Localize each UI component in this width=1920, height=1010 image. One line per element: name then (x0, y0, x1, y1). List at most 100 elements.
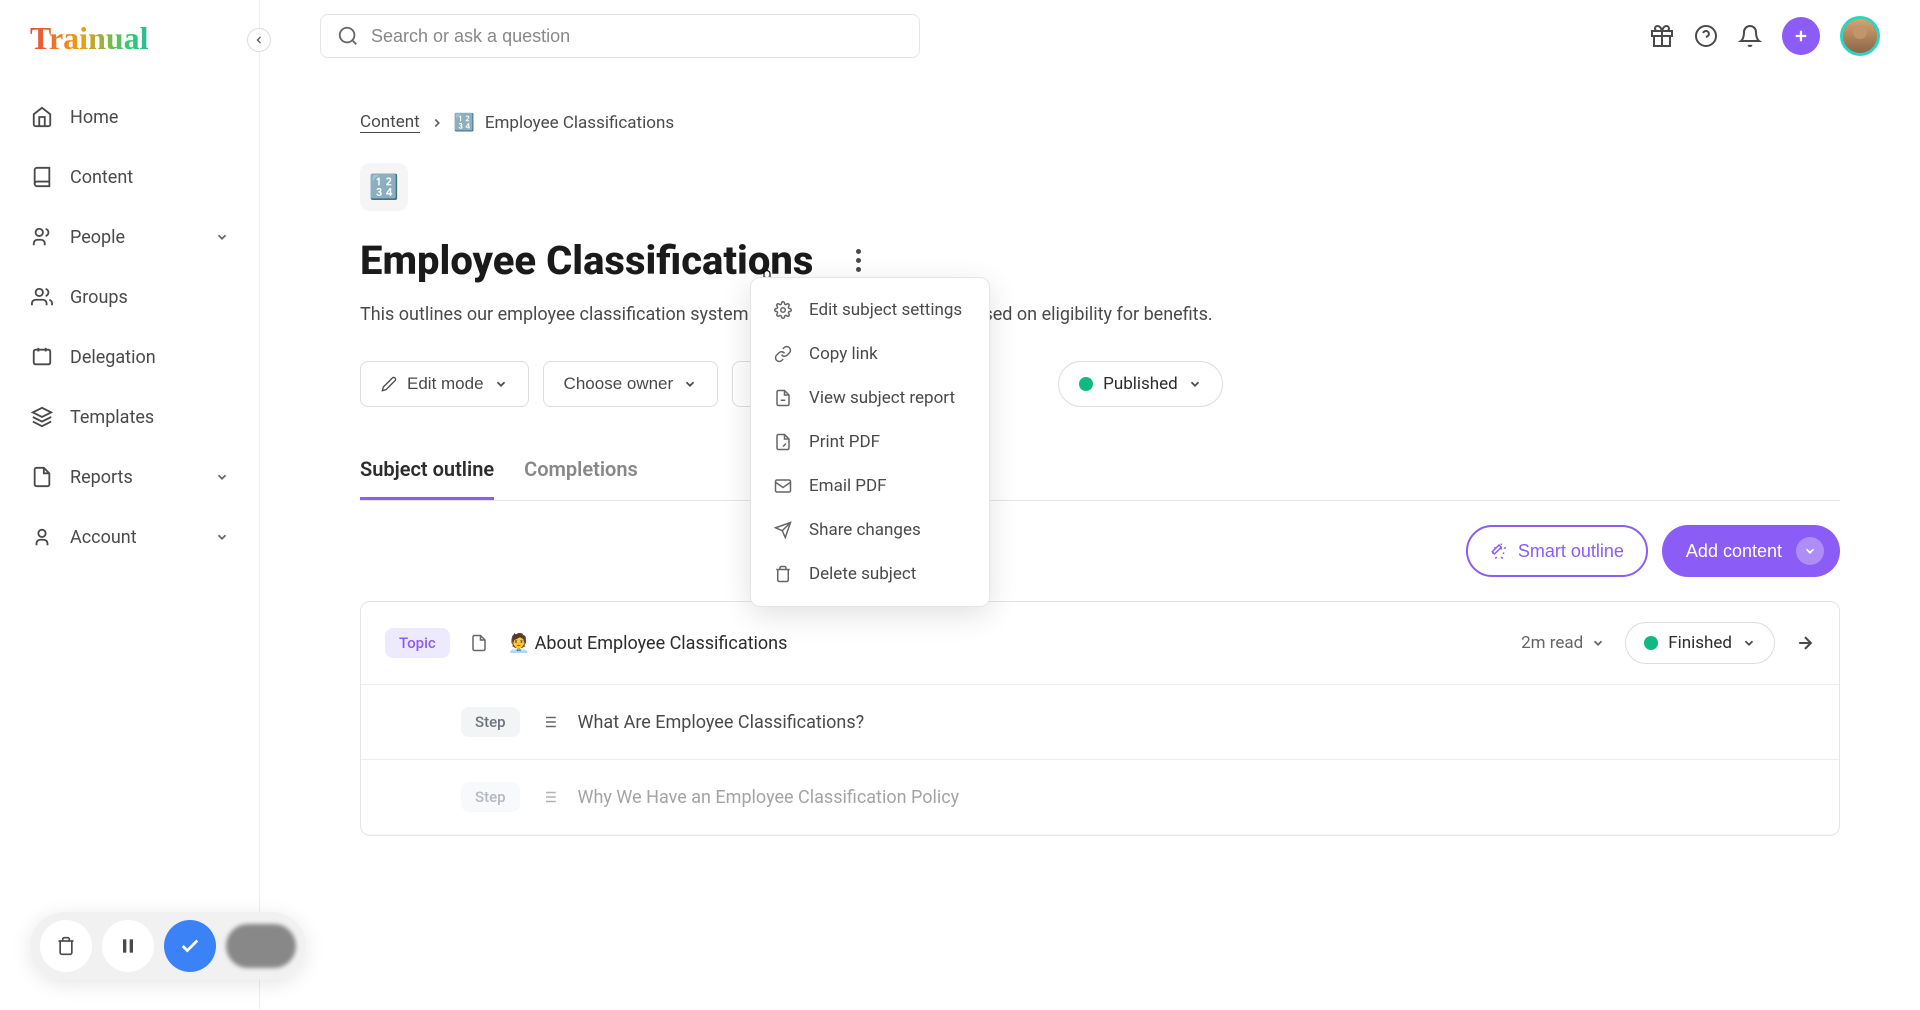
chevron-down-icon (1803, 544, 1817, 558)
content-area: Content 🔢 Employee Classifications 🔢 Emp… (260, 72, 1920, 1010)
read-time[interactable]: 2m read (1521, 633, 1605, 653)
recording-delete-button[interactable] (40, 920, 92, 972)
groups-icon (30, 285, 54, 309)
list-icon (540, 713, 558, 731)
wand-icon (1490, 542, 1508, 560)
page-title: Employee Classifications (360, 237, 813, 284)
topic-title: 🧑‍💼 About Employee Classifications (508, 633, 1501, 654)
dropdown-email-pdf[interactable]: Email PDF (751, 464, 989, 508)
published-status[interactable]: Published (1058, 361, 1223, 407)
avatar[interactable] (1840, 16, 1880, 56)
chevron-down-icon (215, 530, 229, 544)
dropdown-label: Delete subject (809, 564, 916, 584)
pause-icon (118, 936, 138, 956)
dropdown-delete-subject[interactable]: Delete subject (751, 552, 989, 596)
help-icon[interactable] (1694, 24, 1718, 48)
recording-controls (30, 912, 306, 980)
dropdown-print-pdf[interactable]: Print PDF (751, 420, 989, 464)
sidebar-item-delegation[interactable]: Delegation (20, 327, 239, 387)
edit-mode-button[interactable]: Edit mode (360, 361, 529, 407)
reports-icon (30, 465, 54, 489)
status-dot (1079, 377, 1093, 391)
print-icon (773, 432, 793, 452)
smart-outline-button[interactable]: Smart outline (1466, 525, 1648, 577)
button-label: Smart outline (1518, 541, 1624, 562)
arrow-right-icon[interactable] (1795, 633, 1815, 653)
more-dropdown: Edit subject settings Copy link View sub… (750, 277, 990, 607)
sidebar-item-home[interactable]: Home (20, 87, 239, 147)
plus-icon (1792, 27, 1810, 45)
action-row: Edit mode Choose owner Shar Published (360, 361, 1840, 407)
topbar (260, 0, 1920, 72)
chevron-wrap (1796, 537, 1824, 565)
nav-label: Groups (70, 287, 128, 308)
tab-completions[interactable]: Completions (524, 447, 638, 500)
add-button[interactable] (1782, 17, 1820, 55)
check-icon (179, 935, 201, 957)
templates-icon (30, 405, 54, 429)
status-dot (1644, 636, 1658, 650)
finished-status[interactable]: Finished (1625, 622, 1775, 664)
subject-emoji[interactable]: 🔢 (360, 163, 408, 211)
step-title: Why We Have an Employee Classification P… (578, 787, 960, 808)
nav-list: Home Content People Groups Delegation (0, 87, 259, 567)
chevron-right-icon (430, 116, 444, 130)
main-content: Content 🔢 Employee Classifications 🔢 Emp… (260, 0, 1920, 1010)
pencil-icon (381, 376, 397, 392)
step-badge: Step (461, 707, 520, 737)
dropdown-label: Copy link (809, 344, 878, 364)
collapse-sidebar-button[interactable] (247, 28, 271, 52)
sidebar-item-people[interactable]: People (20, 207, 239, 267)
mail-icon (773, 476, 793, 496)
choose-owner-button[interactable]: Choose owner (543, 361, 719, 407)
chevron-down-icon (1742, 636, 1756, 650)
report-icon (773, 388, 793, 408)
home-icon (30, 105, 54, 129)
dropdown-label: Email PDF (809, 476, 887, 496)
gear-icon (773, 300, 793, 320)
link-icon (773, 344, 793, 364)
sidebar-item-groups[interactable]: Groups (20, 267, 239, 327)
nav-label: Content (70, 167, 133, 188)
sidebar-item-reports[interactable]: Reports (20, 447, 239, 507)
breadcrumb: Content 🔢 Employee Classifications (360, 112, 1840, 133)
step-row[interactable]: Step What Are Employee Classifications? (361, 685, 1839, 760)
step-row[interactable]: Step Why We Have an Employee Classificat… (361, 760, 1839, 835)
dropdown-label: Print PDF (809, 432, 880, 452)
dropdown-edit-settings[interactable]: Edit subject settings (751, 288, 989, 332)
search-input[interactable] (371, 26, 903, 47)
chevron-down-icon (215, 230, 229, 244)
sidebar-item-content[interactable]: Content (20, 147, 239, 207)
dropdown-share-changes[interactable]: Share changes (751, 508, 989, 552)
bell-icon[interactable] (1738, 24, 1762, 48)
nav-label: Templates (70, 407, 154, 428)
more-menu-button[interactable] (843, 246, 873, 276)
tabs: Subject outline Completions (360, 447, 1840, 501)
recording-pause-button[interactable] (102, 920, 154, 972)
gift-icon[interactable] (1650, 24, 1674, 48)
sidebar-item-templates[interactable]: Templates (20, 387, 239, 447)
sub-actions: Smart outline Add content (360, 525, 1840, 577)
sidebar-item-account[interactable]: Account (20, 507, 239, 567)
nav-label: Reports (70, 467, 133, 488)
chevron-down-icon (494, 377, 508, 391)
button-label: Choose owner (564, 374, 674, 394)
trash-icon (773, 564, 793, 584)
topic-row[interactable]: Topic 🧑‍💼 About Employee Classifications… (361, 602, 1839, 685)
topbar-actions (1650, 16, 1880, 56)
search-wrapper[interactable] (320, 14, 920, 58)
dropdown-copy-link[interactable]: Copy link (751, 332, 989, 376)
dropdown-view-report[interactable]: View subject report (751, 376, 989, 420)
account-icon (30, 525, 54, 549)
logo[interactable]: Trainual (0, 0, 259, 87)
search-icon (337, 25, 359, 47)
add-content-button[interactable]: Add content (1662, 525, 1840, 577)
document-icon (470, 634, 488, 652)
step-title: What Are Employee Classifications? (578, 712, 865, 733)
recording-confirm-button[interactable] (164, 920, 216, 972)
breadcrumb-root[interactable]: Content (360, 112, 420, 133)
books-icon (30, 165, 54, 189)
tab-subject-outline[interactable]: Subject outline (360, 447, 494, 500)
dropdown-label: Edit subject settings (809, 300, 962, 320)
logo-text: Trainual (30, 20, 229, 57)
